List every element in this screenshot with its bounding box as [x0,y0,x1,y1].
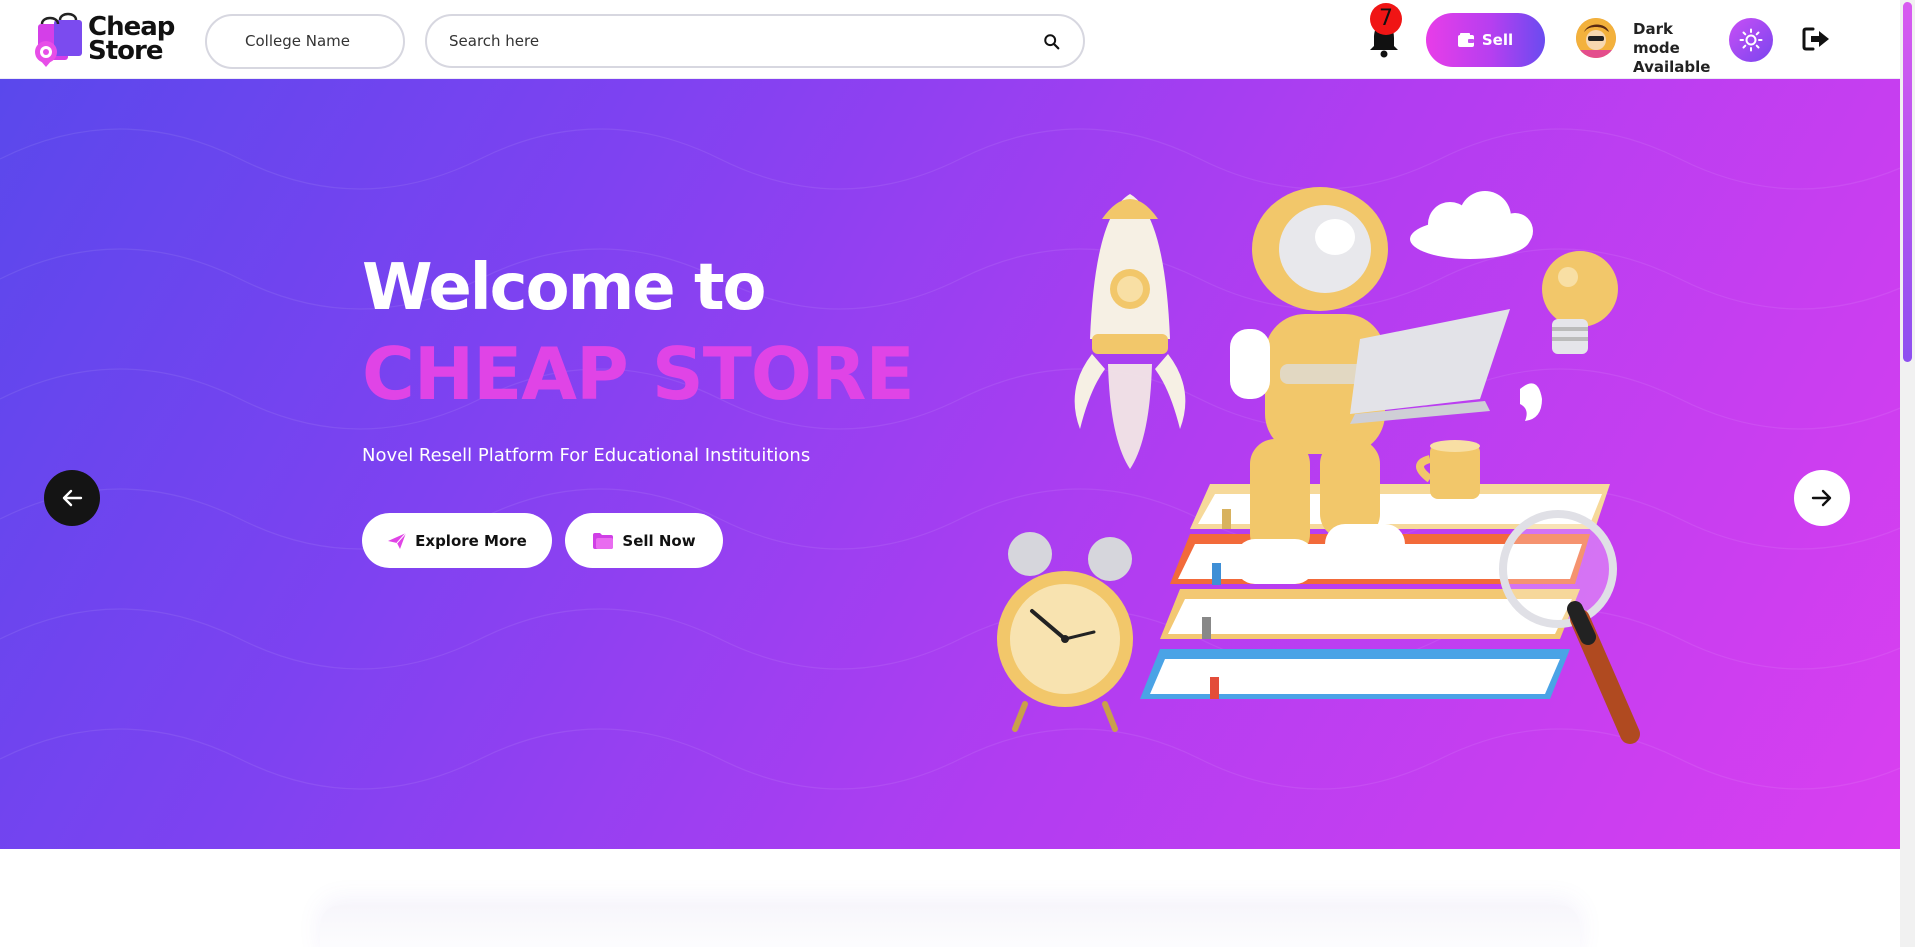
search-bar [425,14,1085,68]
notification-badge: 7 [1370,3,1402,35]
folder-icon [593,532,614,549]
user-avatar[interactable] [1576,18,1616,58]
wallet-icon [1457,33,1474,47]
shopping-bag-logo-icon [35,12,82,67]
search-icon[interactable] [1043,33,1061,51]
college-name-selector[interactable]: College Name [205,14,405,69]
hero-tagline: Novel Resell Platform For Educational In… [362,445,811,466]
hero-brand-heading: CHEAP STORE [362,332,915,416]
dark-mode-line1: Dark mode [1633,20,1680,57]
sell-now-label: Sell Now [622,531,696,550]
arrow-left-icon [62,489,83,507]
search-input[interactable] [449,32,1009,50]
logout-icon[interactable] [1802,26,1830,52]
alarm-clock-graphic [997,532,1133,732]
explore-more-label: Explore More [415,531,527,550]
dark-mode-label: Dark mode Available [1633,20,1723,77]
site-logo[interactable]: Cheap Store [32,10,192,68]
page-scrollbar[interactable] [1900,0,1915,947]
sun-icon [1739,28,1763,52]
carousel-next-button[interactable] [1794,470,1850,526]
logo-wordmark: Cheap Store [88,14,175,66]
paper-plane-icon [388,532,407,549]
theme-toggle-button[interactable] [1729,18,1773,62]
top-header: Cheap Store College Name 7 Sell [0,0,1900,79]
explore-more-button[interactable]: Explore More [362,513,552,568]
logo-line2: Store [88,36,163,66]
sell-now-button[interactable]: Sell Now [565,513,723,568]
avatar-image [1576,18,1616,58]
content-section-card [320,905,1580,947]
hero-welcome-heading: Welcome to [362,251,766,325]
page: Cheap Store College Name 7 Sell [0,0,1915,947]
rocket-graphic [1074,194,1186,469]
sell-button[interactable]: Sell [1426,13,1545,67]
hero-banner: Welcome to CHEAP STORE Novel Resell Plat… [0,79,1900,849]
astronaut-books-illustration [997,187,1640,744]
sell-button-label: Sell [1481,31,1514,49]
light-bulb-graphic [1542,251,1618,354]
arrow-right-icon [1811,489,1832,507]
cloud-graphic [1410,191,1533,259]
scrollbar-thumb[interactable] [1903,2,1912,362]
carousel-prev-button[interactable] [44,470,100,526]
dark-mode-line2: Available [1633,58,1711,76]
